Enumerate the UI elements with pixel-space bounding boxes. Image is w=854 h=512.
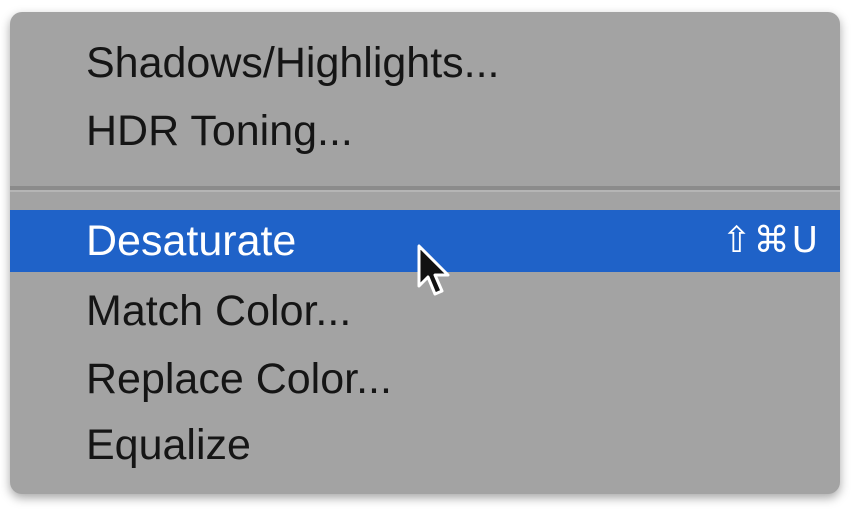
keyboard-shortcut: ⇧⌘U [721,220,820,261]
menu-item-equalize[interactable]: Equalize [10,414,840,476]
menu-item-label: Desaturate [86,217,297,265]
menu-item-label: Match Color... [86,287,352,335]
menu-item-label: Equalize [86,421,251,469]
menu-item-shadows-highlights[interactable]: Shadows/Highlights... [10,32,840,94]
arrow-cursor-icon [417,244,450,296]
menu-item-label: HDR Toning... [86,107,353,155]
menu-item-hdr-toning[interactable]: HDR Toning... [10,100,840,162]
menu-item-label: Replace Color... [86,355,392,403]
menu-separator [10,186,840,192]
menu-item-replace-color[interactable]: Replace Color... [10,348,840,410]
menu-item-label: Shadows/Highlights... [86,39,500,87]
